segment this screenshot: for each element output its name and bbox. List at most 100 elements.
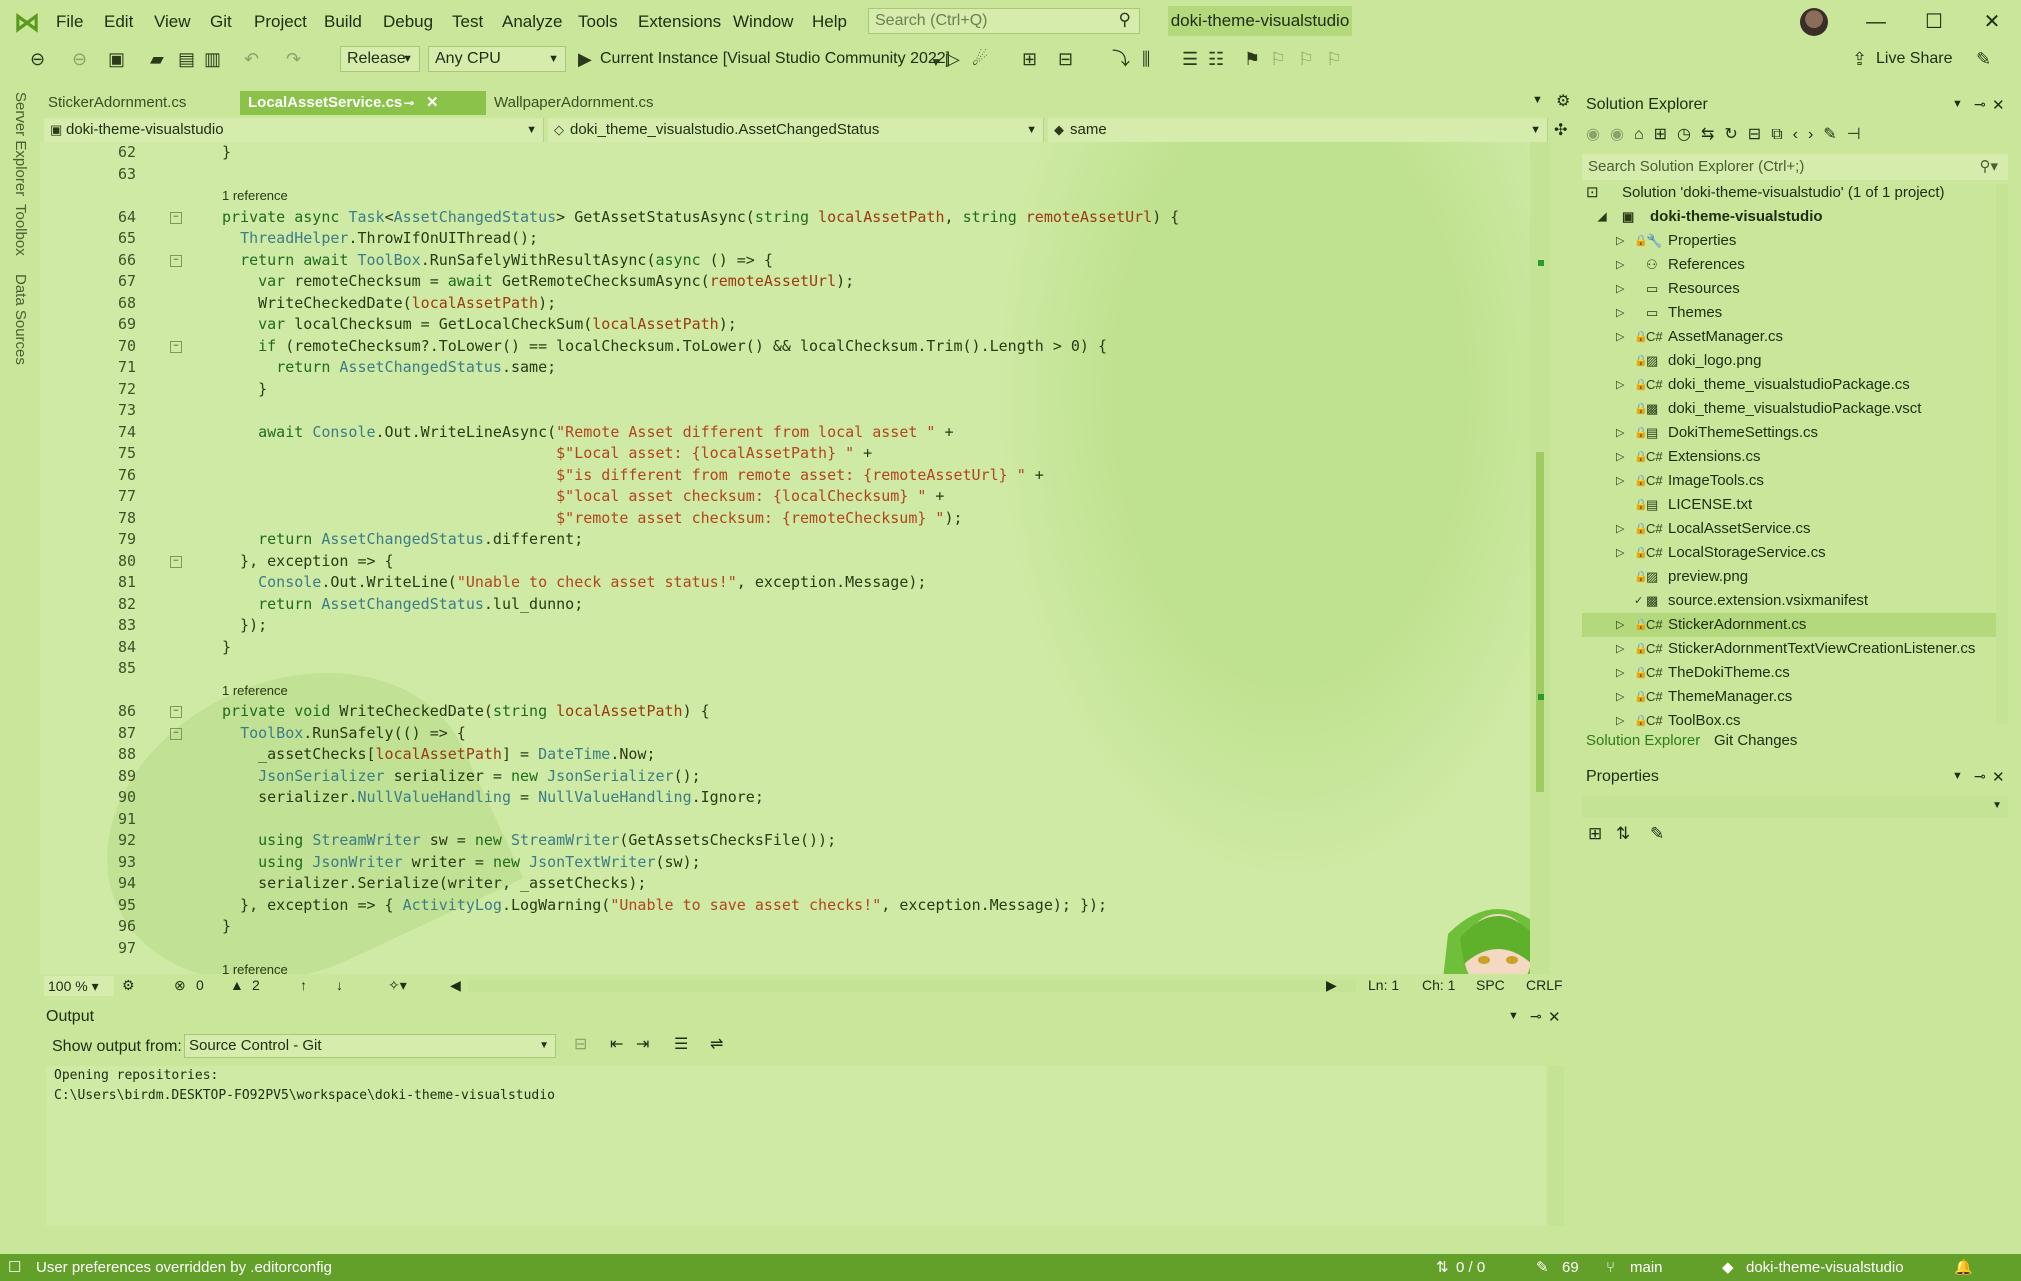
gear-icon[interactable]: ⚙ — [1556, 91, 1570, 111]
clear-all-icon[interactable]: ☰ — [674, 1034, 688, 1054]
panel-menu-icon[interactable]: ▼ — [1508, 1010, 1519, 1022]
properties-icon[interactable]: ✎ — [1823, 126, 1846, 143]
edit-icon[interactable]: ✎ — [1536, 1254, 1549, 1281]
tree-item[interactable]: ▷ 🔒 C# doki_theme_visualstudioPackage.cs — [1582, 373, 1996, 397]
tab-sticker-adornment[interactable]: StickerAdornment.cs — [40, 91, 236, 115]
expand-arrow-icon[interactable]: ▷ — [1616, 517, 1624, 541]
expand-arrow-icon[interactable]: ▷ — [1616, 301, 1624, 325]
tree-item[interactable]: ▷ ⚇ References — [1582, 253, 1996, 277]
previous-message-icon[interactable]: ⇤ — [610, 1034, 623, 1054]
tree-item[interactable]: ▷ 🔒 C# ToolBox.cs — [1582, 709, 1996, 733]
reference-hint[interactable]: 1 reference — [40, 680, 1540, 701]
find-message-icon[interactable]: ⊟ — [574, 1034, 587, 1054]
warning-icon[interactable]: ▲ — [230, 977, 244, 993]
bookmark-icon[interactable]: ⚑ — [1244, 49, 1260, 69]
menu-window[interactable]: Window — [733, 12, 793, 32]
tree-item[interactable]: ▷ 🔒 C# ImageTools.cs — [1582, 469, 1996, 493]
minimize-icon[interactable]: — — [1856, 8, 1896, 36]
code-editor[interactable]: 62} 63 1 reference 64 private async Task<Ass… — [40, 142, 1550, 974]
fold-toggle-icon[interactable]: − — [170, 211, 182, 224]
tree-item[interactable]: 🔒 ▨ preview.png — [1582, 565, 1996, 589]
next-issue-icon[interactable]: ↓ — [336, 977, 343, 993]
expand-arrow-icon[interactable]: ▷ — [1616, 421, 1624, 445]
switch-views-icon[interactable]: ⊞ — [1654, 126, 1677, 143]
next-bookmark-icon[interactable]: ⚐ — [1298, 49, 1314, 69]
project-dropdown[interactable]: ▣ doki-theme-visualstudio ▼ — [44, 118, 544, 142]
fold-toggle-icon[interactable]: − — [170, 727, 182, 740]
layout-icon[interactable]: ⊟ — [1058, 49, 1073, 69]
tree-item[interactable]: ▷ 🔒 C# Extensions.cs — [1582, 445, 1996, 469]
column-indicator[interactable]: Ch: 1 — [1422, 977, 1455, 993]
show-all-files-icon[interactable]: ⧉ — [1771, 126, 1792, 143]
next-message-icon[interactable]: ⇥ — [636, 1034, 649, 1054]
scroll-thumb[interactable] — [1536, 452, 1544, 792]
fold-toggle-icon[interactable]: − — [170, 254, 182, 267]
menu-tools[interactable]: Tools — [578, 12, 618, 32]
codelens-reference[interactable]: 1 reference — [222, 185, 288, 206]
expand-arrow-icon[interactable]: ▷ — [1616, 661, 1624, 685]
previous-issue-icon[interactable]: ↑ — [300, 977, 307, 993]
expand-arrow-icon[interactable]: ▷ — [1616, 373, 1624, 397]
word-wrap-icon[interactable]: ⇌ — [710, 1034, 723, 1054]
tree-item[interactable]: ▷ 🔒 🔧 Properties — [1582, 229, 1996, 253]
pin-icon[interactable]: ⊸ — [1974, 768, 1986, 785]
browser-link-icon[interactable]: ⊞ — [1022, 49, 1037, 69]
tab-git-changes[interactable]: Git Changes — [1714, 732, 1797, 749]
solution-node[interactable]: ⊡ Solution 'doki-theme-visualstudio' (1 … — [1582, 181, 2008, 205]
tab-wallpaper-adornment[interactable]: WallpaperAdornment.cs — [486, 91, 712, 115]
live-share-icon[interactable]: ⇪ — [1852, 49, 1867, 69]
tree-item[interactable]: 🔒 ▩ doki_theme_visualstudioPackage.vsct — [1582, 397, 1996, 421]
menu-edit[interactable]: Edit — [104, 12, 133, 32]
output-scrollbar[interactable] — [1548, 1066, 1564, 1226]
new-project-icon[interactable]: ▣ — [108, 49, 125, 69]
pending-changes-icon[interactable]: ◷ — [1677, 126, 1701, 143]
menu-git[interactable]: Git — [210, 12, 232, 32]
clear-bookmarks-icon[interactable]: ⚐ — [1326, 49, 1342, 69]
notifications-icon[interactable]: 🔔 — [1954, 1254, 1973, 1281]
tab-overflow-icon[interactable]: ▼ — [1532, 94, 1543, 106]
close-icon[interactable]: ✕ — [1992, 768, 2005, 786]
pin-icon[interactable]: ⊸ — [1974, 96, 1986, 113]
object-selector[interactable]: ▼ — [1582, 796, 2008, 818]
menu-file[interactable]: File — [56, 12, 83, 32]
menu-help[interactable]: Help — [812, 12, 847, 32]
chevron-down-icon[interactable]: ▼ — [930, 52, 942, 72]
tab-solution-explorer[interactable]: Solution Explorer — [1586, 732, 1700, 749]
platform-dropdown[interactable]: Any CPU ▼ — [428, 46, 566, 72]
tree-item[interactable]: ▷ 🔒 C# LocalStorageService.cs — [1582, 541, 1996, 565]
indent-icon[interactable]: ☷ — [1208, 49, 1224, 69]
tree-item[interactable]: ▷ 🔒 C# StickerAdornmentTextViewCreationList… — [1582, 637, 1996, 661]
menu-analyze[interactable]: Analyze — [502, 12, 562, 32]
sync-count[interactable]: 0 / 0 — [1456, 1254, 1485, 1281]
tab-local-asset-service[interactable]: LocalAssetService.cs ⊸ ✕ — [240, 91, 486, 115]
tree-item[interactable]: ▷ ▭ Themes — [1582, 301, 1996, 325]
solution-search-input[interactable]: Search Solution Explorer (Ctrl+;) ⚲▾ — [1582, 154, 2008, 180]
configuration-dropdown[interactable]: Release ▼ — [340, 46, 420, 72]
close-tab-icon[interactable]: ✕ — [426, 91, 439, 115]
tree-item[interactable]: ✓ ▩ source.extension.vsixmanifest — [1582, 589, 1996, 613]
maximize-icon[interactable]: ☐ — [1914, 8, 1954, 36]
preview-icon[interactable]: ⊣ — [1847, 126, 1871, 143]
panel-menu-icon[interactable]: ▼ — [1952, 770, 1963, 782]
expand-arrow-icon[interactable]: ▷ — [1616, 469, 1624, 493]
codelens-reference[interactable]: 1 reference — [222, 959, 288, 974]
menu-project[interactable]: Project — [254, 12, 307, 32]
expand-arrow-icon[interactable]: ▷ — [1616, 637, 1624, 661]
alphabetical-icon[interactable]: ⇅ — [1616, 824, 1630, 844]
home-icon[interactable]: ⌂ — [1634, 126, 1654, 143]
fold-toggle-icon[interactable]: − — [170, 706, 182, 718]
scroll-left-icon[interactable]: ◀ — [450, 977, 461, 994]
run-target-button[interactable]: Current Instance [Visual Studio Communit… — [600, 50, 950, 68]
expand-arrow-icon[interactable]: ▷ — [1616, 253, 1624, 277]
horizontal-scrollbar[interactable] — [468, 980, 1356, 992]
expand-arrow-icon[interactable]: ▷ — [1616, 613, 1624, 637]
expand-arrow-icon[interactable]: ▷ — [1616, 325, 1624, 349]
tree-item[interactable]: ▷ 🔒 C# StickerAdornment.cs — [1582, 613, 1996, 637]
type-dropdown[interactable]: ◇ doki_theme_visualstudio.AssetChangedSt… — [548, 118, 1044, 142]
branch-icon[interactable]: ⑂ — [1606, 1254, 1615, 1281]
open-file-icon[interactable]: ▰ — [150, 49, 164, 69]
outdent-icon[interactable]: ☰ — [1182, 49, 1198, 69]
line-ending-indicator[interactable]: CRLF — [1526, 977, 1563, 993]
save-icon[interactable]: ▤ — [178, 49, 195, 69]
data-sources-tab[interactable]: Data Sources — [12, 274, 29, 365]
